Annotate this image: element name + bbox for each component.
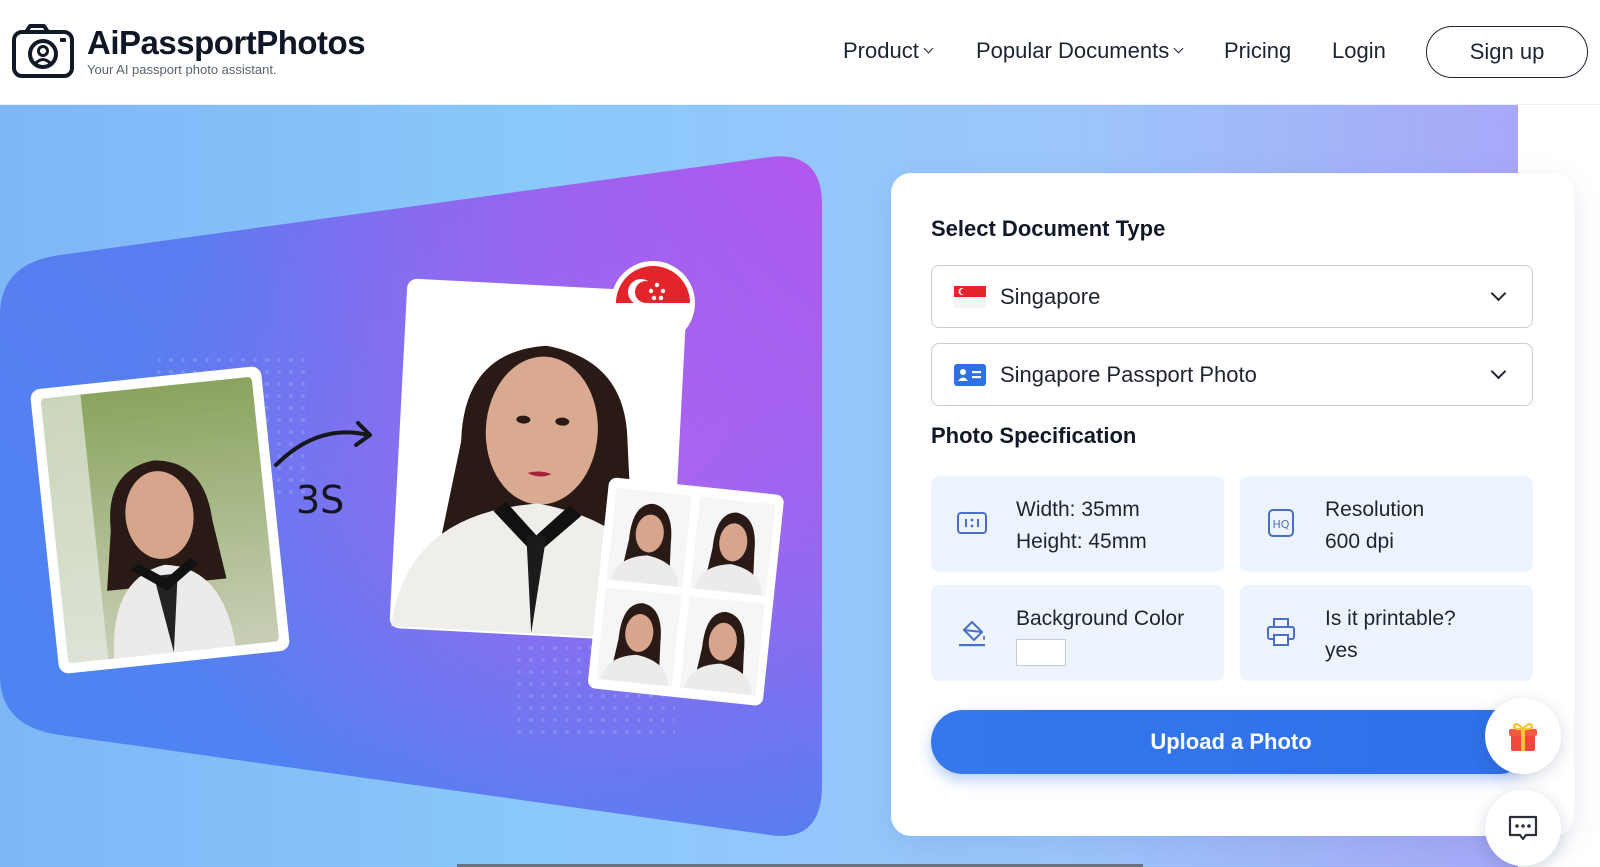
nav-pricing[interactable]: Pricing xyxy=(1224,38,1291,64)
spec-background-label: Background Color xyxy=(1016,607,1185,630)
top-header: AiPassportPhotos Your AI passport photo … xyxy=(0,0,1600,105)
spec-resolution-label: Resolution xyxy=(1325,498,1425,521)
original-photo-card xyxy=(30,366,290,674)
chevron-down-icon xyxy=(1490,285,1507,302)
chevron-down-icon xyxy=(1490,363,1507,380)
nav-login[interactable]: Login xyxy=(1332,38,1386,64)
gift-icon xyxy=(1509,722,1537,751)
svg-text:HQ: HQ xyxy=(1273,518,1290,531)
singapore-flag-badge xyxy=(611,261,695,345)
background-color-swatch xyxy=(1016,639,1066,666)
spec-size: Width: 35mm Height: 45mm xyxy=(931,476,1224,572)
select-document-heading: Select Document Type xyxy=(931,216,1166,241)
chevron-down-icon xyxy=(923,43,934,54)
signup-button[interactable]: Sign up xyxy=(1426,26,1588,78)
nav-product[interactable]: Product xyxy=(843,38,934,64)
brand-logo[interactable]: AiPassportPhotos Your AI passport photo … xyxy=(12,24,366,78)
aspect-ratio-icon xyxy=(957,512,987,534)
spec-resolution-value: 600 dpi xyxy=(1325,530,1394,553)
document-form-card: Select Document Type Singapore Singapore… xyxy=(891,173,1574,836)
spec-printable: Is it printable? yes xyxy=(1240,585,1533,681)
hq-icon: HQ xyxy=(1268,509,1294,537)
print-sheet-card xyxy=(588,477,784,706)
spec-height: Height: 45mm xyxy=(1016,530,1147,553)
spec-printable-value: yes xyxy=(1325,639,1358,662)
chat-icon xyxy=(1508,815,1538,841)
spec-resolution: HQ Resolution 600 dpi xyxy=(1240,476,1533,572)
spec-background: Background Color xyxy=(931,585,1224,681)
nav-login-label: Login xyxy=(1332,38,1386,63)
nav-pricing-label: Pricing xyxy=(1224,38,1292,63)
nav-popular-documents-label: Popular Documents xyxy=(976,38,1170,63)
chevron-down-icon xyxy=(1173,43,1184,54)
hero-illustration: 3S xyxy=(0,156,822,836)
brand-title: AiPassportPhotos xyxy=(87,24,366,61)
brand-tagline: Your AI passport photo assistant. xyxy=(87,62,277,77)
nav-popular-documents[interactable]: Popular Documents xyxy=(976,38,1184,64)
chat-button[interactable] xyxy=(1485,790,1561,866)
paint-bucket-icon xyxy=(959,621,985,647)
document-select-value: Singapore Passport Photo xyxy=(1000,361,1257,387)
speed-label: 3S xyxy=(296,478,344,522)
printer-icon xyxy=(1267,618,1295,646)
country-select-value: Singapore xyxy=(1000,283,1101,309)
document-select[interactable]: Singapore Passport Photo xyxy=(931,343,1533,406)
camera-logo-icon xyxy=(12,24,74,78)
photo-spec-heading: Photo Specification xyxy=(931,423,1137,448)
gift-button[interactable] xyxy=(1485,698,1561,774)
upload-photo-button[interactable]: Upload a Photo xyxy=(931,710,1531,774)
spec-width: Width: 35mm xyxy=(1016,498,1140,521)
id-card-icon xyxy=(954,363,986,386)
singapore-flag-icon xyxy=(954,285,986,308)
nav-product-label: Product xyxy=(843,38,919,63)
country-select[interactable]: Singapore xyxy=(931,265,1533,328)
spec-printable-label: Is it printable? xyxy=(1325,607,1456,630)
